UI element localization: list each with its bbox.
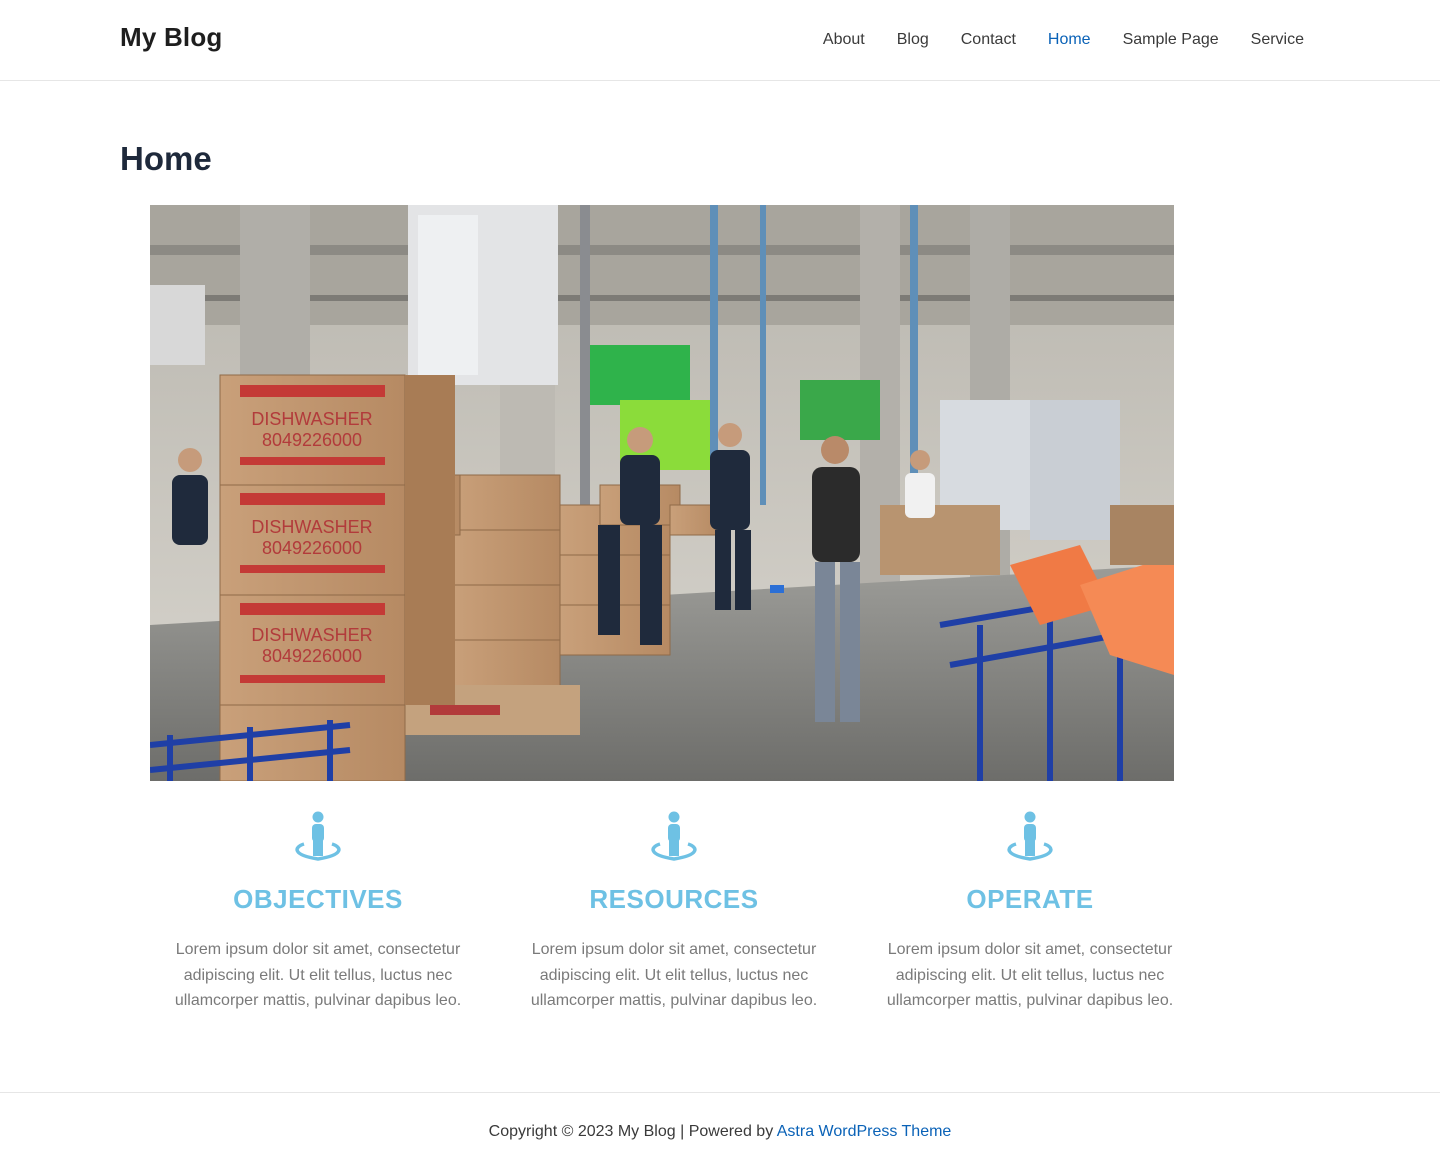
hero-image-warehouse: DISHWASHER 8049226000 DISHWASHER 8049226…: [150, 205, 1174, 781]
feature-title: RESOURCES: [589, 884, 759, 914]
footer-copyright: Copyright © 2023 My Blog | Powered by As…: [489, 1123, 952, 1141]
page-title: Home: [120, 140, 212, 177]
nav-item-about[interactable]: About: [823, 31, 865, 49]
main-navigation: About Blog Contact Home Sample Page Serv…: [791, 0, 1304, 80]
box-label-line2: 8049226000: [262, 538, 362, 558]
feature-resources: RESOURCES Lorem ipsum dolor sit amet, co…: [524, 810, 824, 1014]
nav-item-blog[interactable]: Blog: [897, 31, 929, 49]
feature-description: Lorem ipsum dolor sit amet, consectetur …: [886, 941, 1174, 1009]
person-on-platform-icon: [1007, 811, 1053, 861]
person-on-platform-icon: [651, 811, 697, 861]
feature-title: OBJECTIVES: [233, 884, 403, 914]
feature-description: Lorem ipsum dolor sit amet, consectetur …: [174, 941, 462, 1009]
box-label-line1: DISHWASHER: [251, 409, 372, 429]
site-footer: Copyright © 2023 My Blog | Powered by As…: [0, 1092, 1440, 1172]
feature-objectives: OBJECTIVES Lorem ipsum dolor sit amet, c…: [168, 810, 468, 1014]
feature-title: OPERATE: [966, 884, 1094, 914]
box-label-line2: 8049226000: [262, 646, 362, 666]
feature-operate: OPERATE Lorem ipsum dolor sit amet, cons…: [880, 810, 1180, 1014]
box-label-line1: DISHWASHER: [251, 517, 372, 537]
person-on-platform-icon: [295, 811, 341, 861]
nav-item-contact[interactable]: Contact: [961, 31, 1016, 49]
nav-item-service[interactable]: Service: [1251, 31, 1304, 49]
site-header: My Blog About Blog Contact Home Sample P…: [0, 0, 1440, 81]
nav-item-home[interactable]: Home: [1048, 31, 1091, 49]
site-title-link[interactable]: My Blog: [120, 22, 223, 53]
theme-credit-link[interactable]: Astra WordPress Theme: [777, 1123, 952, 1140]
box-label-line1: DISHWASHER: [251, 625, 372, 645]
box-label-line2: 8049226000: [262, 430, 362, 450]
feature-description: Lorem ipsum dolor sit amet, consectetur …: [530, 941, 818, 1009]
copyright-text: Copyright © 2023 My Blog | Powered by: [488, 1123, 774, 1140]
nav-item-sample-page[interactable]: Sample Page: [1123, 31, 1219, 49]
